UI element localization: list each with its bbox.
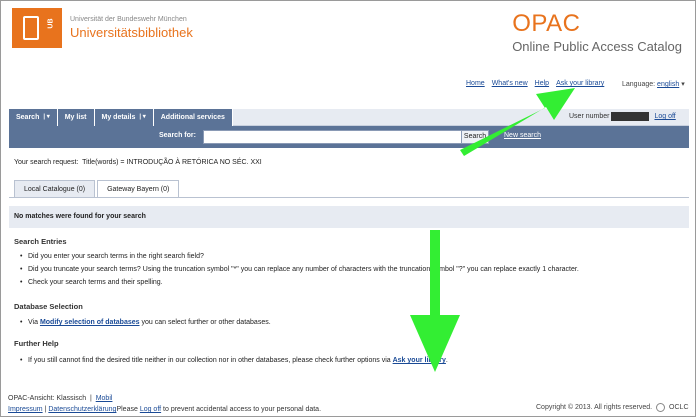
further-help-list: If you still cannot find the desired tit… (20, 354, 448, 367)
result-tabs: Local Catalogue (0) Gateway Bayern (0) (14, 180, 180, 197)
dropdown-icon[interactable]: | ▾ (43, 109, 49, 126)
logoff-link[interactable]: Log off (654, 113, 675, 120)
footer-logoff-link[interactable]: Log off (140, 406, 161, 413)
tab-local-catalogue[interactable]: Local Catalogue (0) (14, 180, 96, 197)
section-search-entries-title: Search Entries (14, 237, 67, 246)
oclc-logo-icon (656, 403, 666, 412)
search-input[interactable] (203, 130, 465, 144)
copyright-text: Copyright © 2013. All rights reserved. (536, 404, 653, 411)
view-current: Klassisch (56, 395, 87, 402)
university-name: Universität der Bundeswehr München (70, 16, 187, 23)
menu-my-list[interactable]: My list (57, 109, 95, 126)
list-item: If you still cannot find the desired tit… (20, 354, 448, 367)
search-request: Your search request: Title(words) = INTR… (14, 159, 262, 166)
footer-right: Copyright © 2013. All rights reserved. O… (536, 403, 689, 412)
user-info: User number Log off (569, 112, 676, 121)
list-item: Did you truncate your search terms? Usin… (20, 263, 579, 276)
list-item: Did you enter your search terms in the r… (20, 250, 579, 263)
annotation-arrow-icon (410, 230, 460, 372)
modify-databases-link[interactable]: Modify selection of databases (40, 319, 140, 326)
chevron-down-icon: ▾ (681, 81, 685, 88)
request-query: Title(words) = INTRODUÇÃO À RETÓRICA NO … (82, 159, 262, 166)
language-label: Language: (622, 81, 656, 88)
menu-additional-services[interactable]: Additional services (153, 109, 233, 126)
annotation-arrow-icon (460, 88, 575, 156)
search-entries-list: Did you enter your search terms in the r… (20, 250, 579, 289)
request-label: Your search request: (14, 159, 79, 166)
opac-subtitle: Online Public Access Catalog (512, 39, 682, 54)
mobile-view-link[interactable]: Mobil (96, 395, 113, 402)
menu-my-details[interactable]: My details | ▾ (94, 109, 154, 126)
search-label: Search for: (159, 132, 196, 139)
opac-title: OPAC (512, 10, 581, 37)
menu-search[interactable]: Search | ▾ (9, 109, 58, 126)
footer-left: OPAC-Ansicht: Klassisch | Mobil Impressu… (8, 395, 322, 413)
no-matches-message: No matches were found for your search (9, 206, 689, 228)
library-name: Universitätsbibliothek (70, 25, 193, 40)
tab-gateway-bayern[interactable]: Gateway Bayern (0) (97, 180, 180, 197)
view-label: OPAC-Ansicht: (8, 395, 55, 402)
privacy-link[interactable]: Datenschutzerklärung (48, 406, 116, 413)
redacted-user-number (611, 112, 650, 121)
opac-branding: OPAC Online Public Access Catalog (512, 10, 682, 54)
ub-logo-icon: UB (12, 8, 62, 48)
list-item: Via Modify selection of databases you ca… (20, 316, 271, 329)
language-value[interactable]: english (657, 81, 679, 88)
search-bar: Search for: Search New search (9, 126, 689, 148)
oclc-label: OCLC (669, 404, 689, 411)
menu-bar: Search | ▾ My list My details | ▾ Addition… (9, 109, 689, 126)
impressum-link[interactable]: Impressum (8, 406, 43, 413)
section-further-help-title: Further Help (14, 339, 59, 348)
language-selector[interactable]: Language: english ▾ (622, 80, 685, 88)
tab-divider (9, 197, 689, 198)
dropdown-icon[interactable]: | ▾ (139, 109, 145, 126)
library-logo[interactable]: UB Universität der Bundeswehr München Un… (12, 8, 193, 48)
database-list: Via Modify selection of databases you ca… (20, 316, 271, 329)
list-item: Check your search terms and their spelli… (20, 276, 579, 289)
section-database-title: Database Selection (14, 302, 83, 311)
